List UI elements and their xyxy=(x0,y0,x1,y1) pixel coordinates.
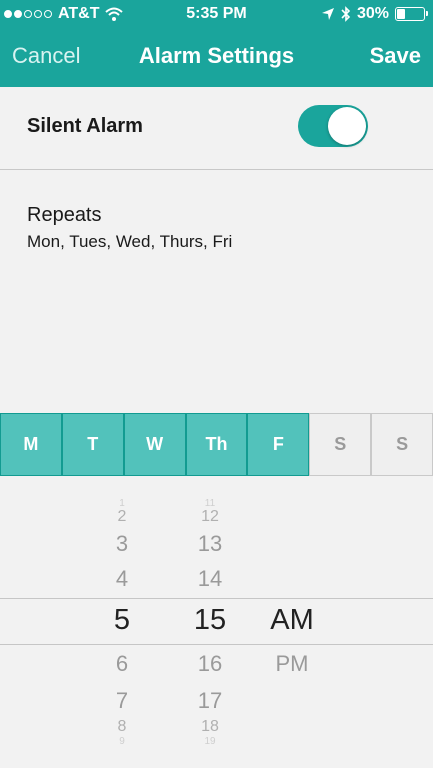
day-button-sat[interactable]: S xyxy=(309,413,372,476)
picker-minute-value[interactable]: 17 xyxy=(180,688,240,714)
picker-meridiem-selected[interactable]: AM xyxy=(262,604,322,637)
picker-hour-value[interactable]: 6 xyxy=(92,651,152,677)
picker-hour-value[interactable]: 4 xyxy=(92,566,152,592)
silent-alarm-row: Silent Alarm xyxy=(0,87,433,170)
battery-percent: 30% xyxy=(356,5,389,22)
repeats-title: Repeats xyxy=(27,204,102,226)
picker-hour-value[interactable]: 9 xyxy=(92,736,152,747)
picker-hour-value[interactable]: 2 xyxy=(92,508,152,526)
silent-alarm-toggle[interactable] xyxy=(298,105,368,147)
nav-bar: Cancel Alarm Settings Save xyxy=(0,28,433,87)
picker-minute-value[interactable]: 18 xyxy=(180,718,240,736)
bluetooth-icon xyxy=(341,6,351,22)
battery-icon xyxy=(395,7,428,21)
toggle-knob xyxy=(328,107,366,145)
page-title: Alarm Settings xyxy=(138,43,295,68)
day-selector: M T W Th F S S xyxy=(0,413,433,476)
picker-minute-value[interactable]: 14 xyxy=(180,566,240,592)
picker-hour-value[interactable]: 7 xyxy=(92,688,152,714)
picker-meridiem-value[interactable]: PM xyxy=(262,651,322,677)
day-button-mon[interactable]: M xyxy=(0,413,62,476)
repeats-days-summary: Mon, Tues, Wed, Thurs, Fri xyxy=(27,232,233,251)
picker-hour-value[interactable]: 3 xyxy=(92,531,152,557)
repeats-section: Repeats Mon, Tues, Wed, Thurs, Fri xyxy=(0,171,433,413)
save-button[interactable]: Save xyxy=(370,43,421,69)
silent-alarm-label: Silent Alarm xyxy=(27,115,143,137)
day-button-fri[interactable]: F xyxy=(247,413,310,476)
picker-minute-value[interactable]: 19 xyxy=(180,736,240,747)
day-button-wed[interactable]: W xyxy=(123,413,186,476)
location-arrow-icon xyxy=(321,8,334,20)
day-button-tue[interactable]: T xyxy=(61,413,124,476)
picker-minute-selected[interactable]: 15 xyxy=(180,604,240,637)
picker-hour-selected[interactable]: 5 xyxy=(92,604,152,637)
status-bar: AT&T 5:35 PM 30% xyxy=(0,0,433,28)
picker-hour-value[interactable]: 8 xyxy=(92,718,152,736)
picker-minute-value[interactable]: 13 xyxy=(180,531,240,557)
day-button-sun[interactable]: S xyxy=(371,413,433,476)
time-picker[interactable]: 1 2 3 4 5 6 7 8 9 11 12 13 14 15 16 17 1… xyxy=(0,476,433,768)
day-button-thu[interactable]: Th xyxy=(185,413,248,476)
picker-minute-value[interactable]: 16 xyxy=(180,651,240,677)
header: AT&T 5:35 PM 30% Cancel Alarm Settings S… xyxy=(0,0,433,87)
picker-minute-value[interactable]: 12 xyxy=(180,508,240,526)
